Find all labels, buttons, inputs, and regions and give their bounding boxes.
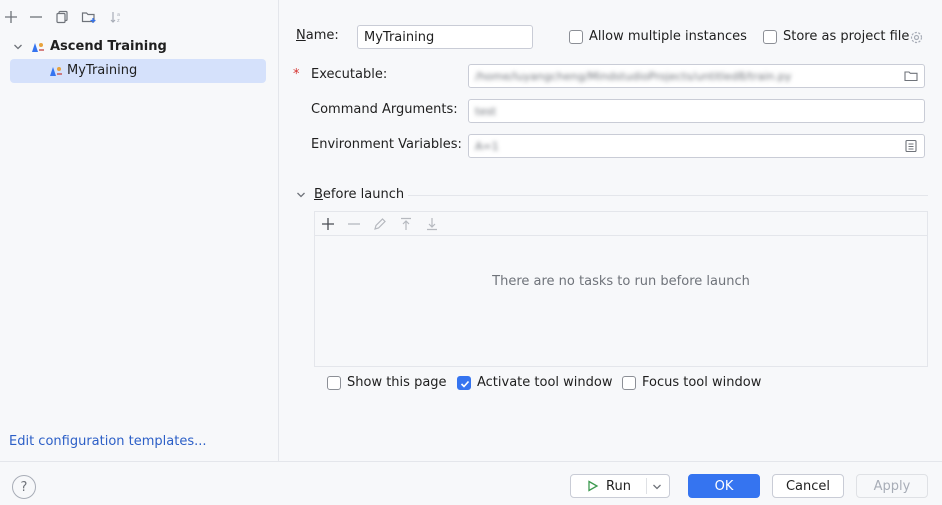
executable-value: /home/luyangcheng/MindstudioProjects/unt… — [475, 69, 792, 83]
run-icon — [588, 480, 599, 492]
tree-item-label: MyTraining — [67, 63, 138, 78]
run-label: Run — [606, 479, 631, 494]
edit-icon[interactable] — [373, 217, 387, 231]
required-marker: * — [293, 67, 300, 82]
remove-icon[interactable] — [25, 6, 47, 28]
split-divider — [646, 478, 647, 494]
chevron-down-icon[interactable] — [652, 482, 662, 492]
remove-icon[interactable] — [347, 217, 361, 231]
name-label: Name: — [296, 28, 339, 43]
show-this-page-label: Show this page — [347, 375, 447, 390]
section-divider — [408, 195, 928, 196]
before-launch-tasks-panel: There are no tasks to run before launch — [314, 211, 928, 367]
command-arguments-field[interactable]: test — [468, 99, 925, 123]
sort-icon[interactable]: az — [105, 6, 127, 28]
environment-variables-label: Environment Variables: — [311, 137, 462, 152]
add-icon[interactable] — [321, 217, 335, 231]
before-launch-title[interactable]: Before launch — [314, 187, 404, 202]
allow-multiple-instances-label: Allow multiple instances — [589, 29, 747, 44]
activate-tool-window-checkbox[interactable] — [457, 376, 471, 390]
cancel-button[interactable]: Cancel — [772, 474, 844, 498]
edit-list-icon[interactable] — [904, 139, 918, 153]
move-down-icon[interactable] — [425, 217, 439, 231]
folder-icon[interactable] — [904, 69, 918, 83]
focus-tool-window-label: Focus tool window — [642, 375, 762, 390]
ok-button[interactable]: OK — [688, 474, 760, 498]
svg-text:z: z — [117, 18, 120, 24]
name-value: MyTraining — [364, 29, 435, 45]
command-arguments-value: test — [475, 104, 497, 118]
executable-label: Executable: — [311, 67, 388, 82]
check-icon — [460, 380, 470, 388]
add-icon[interactable] — [0, 6, 22, 28]
tree-group-label: Ascend Training — [50, 39, 167, 54]
copy-icon[interactable] — [51, 6, 73, 28]
focus-tool-window-checkbox[interactable] — [622, 376, 636, 390]
sidebar-toolbar: az — [0, 6, 279, 28]
command-arguments-label: Command Arguments: — [311, 102, 458, 117]
tree-item-mytraining[interactable]: MyTraining — [10, 59, 266, 83]
executable-field[interactable]: /home/luyangcheng/MindstudioProjects/unt… — [468, 64, 925, 88]
dialog-footer: ? Run OK Cancel Apply — [0, 461, 942, 505]
environment-variables-field[interactable]: A=1 — [468, 134, 925, 158]
ascend-training-icon — [50, 67, 62, 76]
move-up-icon[interactable] — [399, 217, 413, 231]
no-tasks-message: There are no tasks to run before launch — [492, 274, 750, 289]
apply-button[interactable]: Apply — [856, 474, 928, 498]
environment-variables-value: A=1 — [475, 139, 499, 153]
activate-tool-window-label: Activate tool window — [477, 375, 613, 390]
gear-icon[interactable] — [909, 30, 924, 45]
tree-group-ascend-training[interactable]: Ascend Training — [10, 35, 266, 59]
run-button[interactable]: Run — [570, 474, 670, 498]
store-as-project-file-label: Store as project file — [783, 29, 910, 44]
edit-configuration-templates-link[interactable]: Edit configuration templates... — [9, 434, 207, 449]
tasks-toolbar — [315, 212, 927, 236]
chevron-down-icon[interactable] — [13, 42, 23, 52]
new-folder-icon[interactable] — [78, 6, 100, 28]
help-button[interactable]: ? — [12, 475, 36, 499]
name-field[interactable]: MyTraining — [357, 25, 533, 49]
ascend-training-icon — [32, 43, 44, 52]
allow-multiple-instances-checkbox[interactable] — [569, 30, 583, 44]
configurations-sidebar: az Ascend Training MyTraining Edit confi… — [0, 0, 279, 461]
store-as-project-file-checkbox[interactable] — [763, 30, 777, 44]
show-this-page-checkbox[interactable] — [327, 376, 341, 390]
chevron-down-icon[interactable] — [296, 190, 306, 200]
